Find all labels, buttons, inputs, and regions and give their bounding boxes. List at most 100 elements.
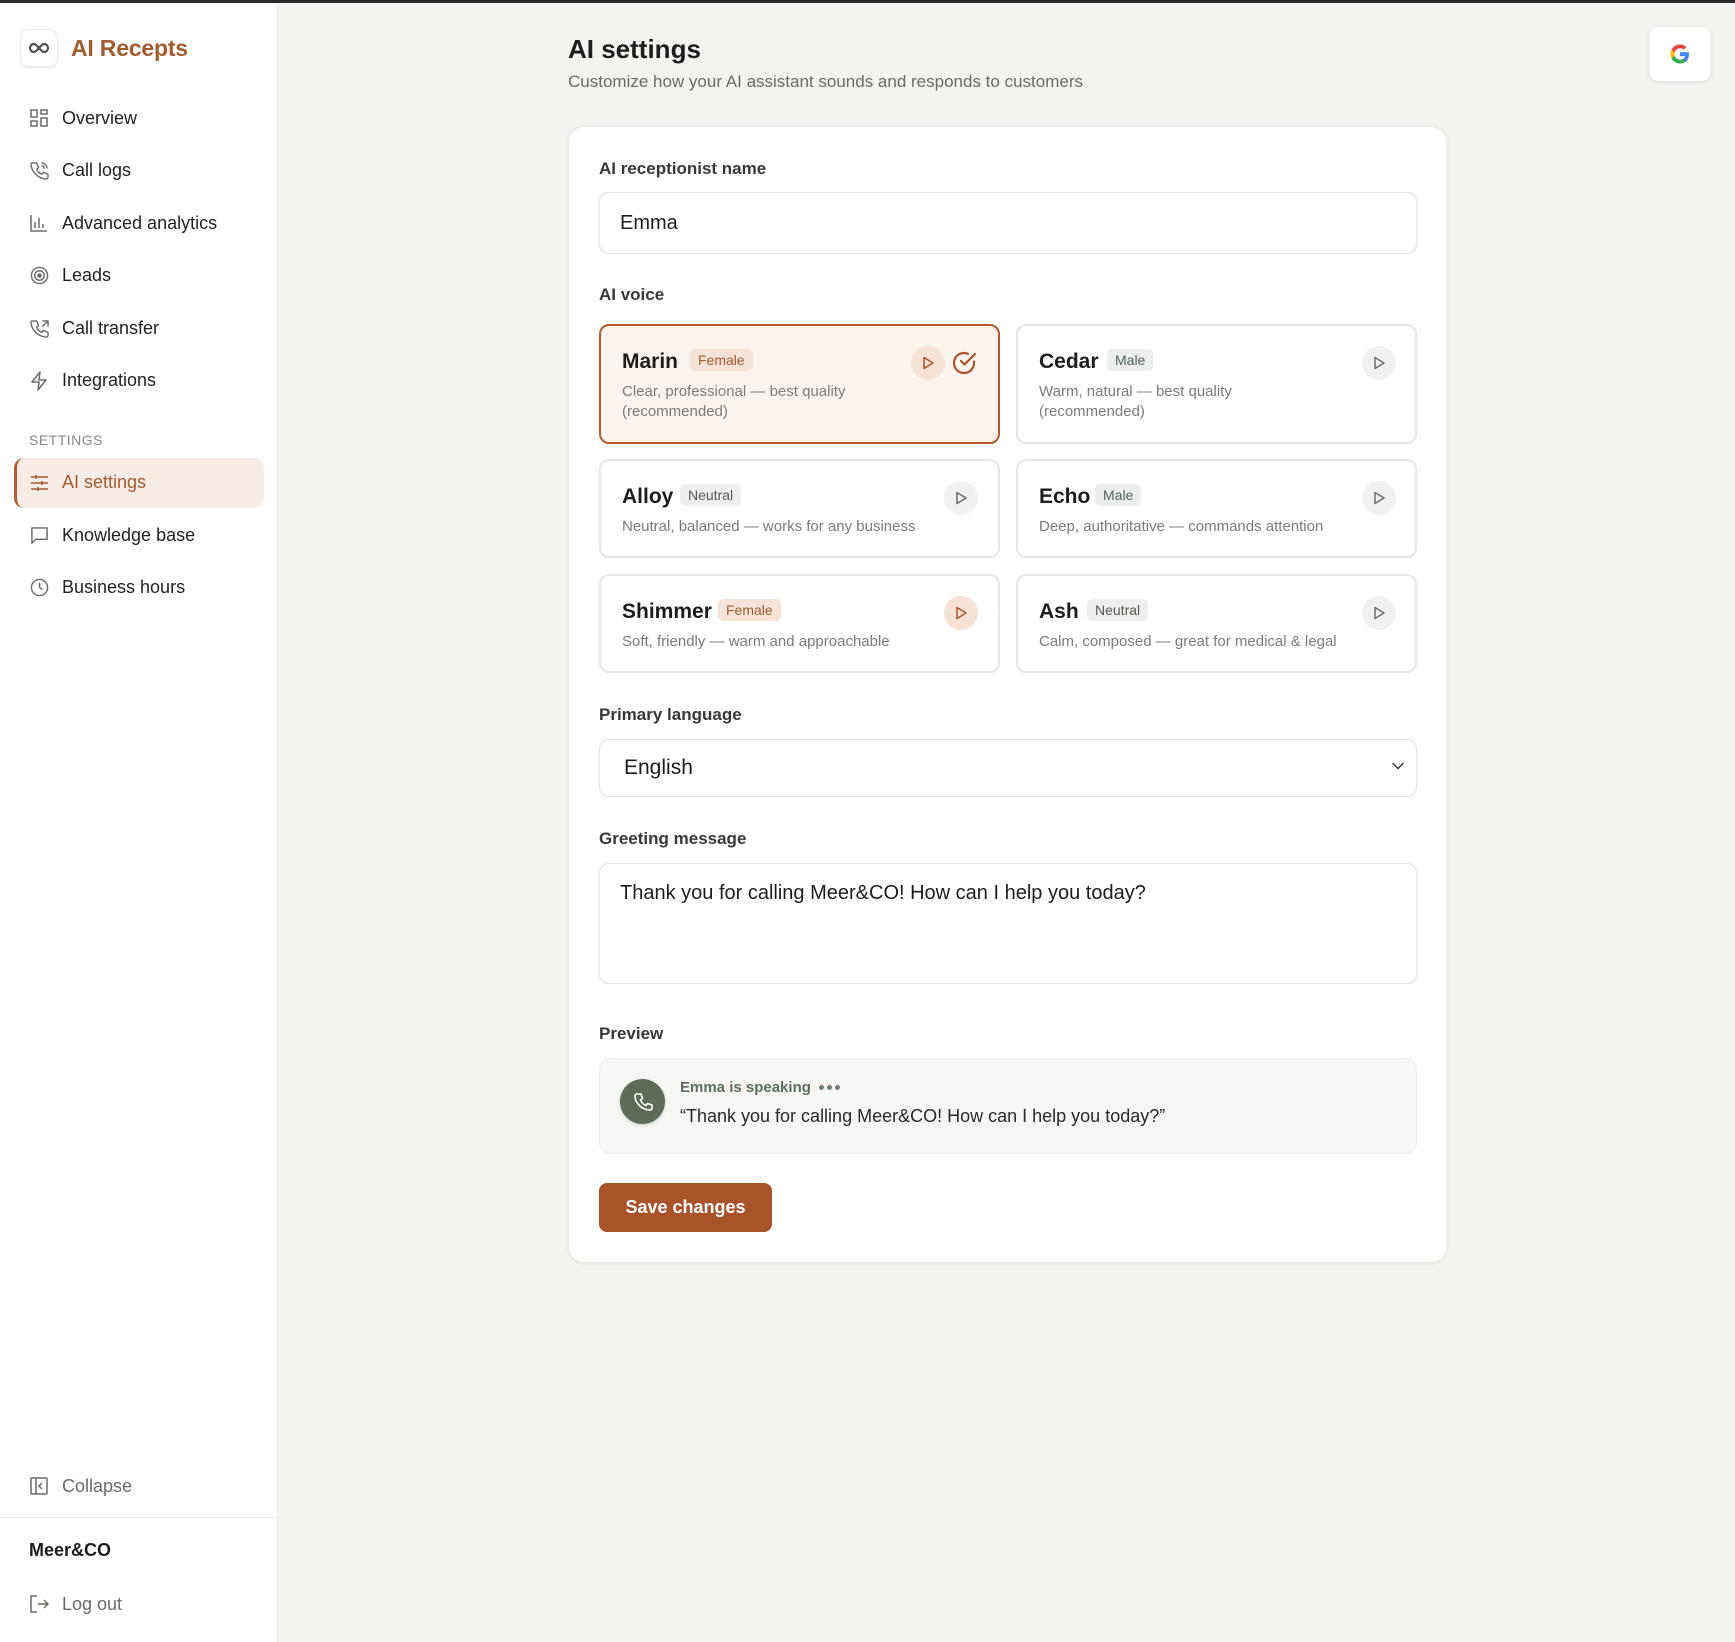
- logout-button[interactable]: Log out: [14, 1582, 122, 1626]
- nav-label: Overview: [62, 107, 138, 128]
- phone-avatar: [620, 1079, 665, 1124]
- speaking-text: Emma is speaking: [680, 1079, 811, 1096]
- message-square-icon: [28, 524, 50, 546]
- voice-name: Marin: [622, 350, 679, 373]
- play-icon: [956, 606, 967, 620]
- grid-icon: [28, 107, 50, 129]
- target-icon: [28, 265, 50, 287]
- nav-item-overview[interactable]: Overview: [14, 93, 264, 143]
- gender-badge: Male: [1107, 349, 1154, 371]
- save-changes-button[interactable]: Save changes: [599, 1183, 772, 1232]
- nav-item-ai-settings[interactable]: AI settings: [14, 457, 264, 508]
- lightning-icon: [28, 370, 50, 392]
- language-label: Primary language: [599, 705, 742, 724]
- play-button[interactable]: [944, 481, 978, 515]
- name-label: AI receptionist name: [599, 159, 767, 178]
- play-button[interactable]: [911, 346, 945, 380]
- logout-label: Log out: [62, 1593, 123, 1614]
- voice-card-echo[interactable]: Echo Male Deep, authoritative — commands…: [1016, 459, 1417, 558]
- play-icon: [956, 491, 967, 505]
- sidebar-collapse-icon: [28, 1475, 50, 1497]
- nav-label: Call logs: [62, 160, 132, 180]
- sidebar: AI Recepts Overview Call logs Advanced a…: [0, 3, 278, 1642]
- chevron-down-icon: [1392, 762, 1404, 770]
- nav-label: Integrations: [62, 370, 157, 390]
- voice-description: Clear, professional — best quality (reco…: [622, 382, 845, 422]
- main-nav: Overview Call logs Advanced analytics Le…: [14, 93, 264, 615]
- preview-quote: “Thank you for calling Meer&CO! How can …: [680, 1106, 1166, 1126]
- speaking-indicator: Emma is speaking: [680, 1079, 840, 1096]
- play-button[interactable]: [1362, 346, 1396, 380]
- play-icon: [1374, 356, 1385, 370]
- voice-card-shimmer[interactable]: Shimmer Female Soft, friendly — warm and…: [599, 574, 1000, 673]
- voice-description-line: Clear, professional — best quality: [622, 383, 846, 400]
- voice-card-ash[interactable]: Ash Neutral Calm, composed — great for m…: [1016, 574, 1417, 673]
- company-name: Meer&CO: [29, 1540, 112, 1560]
- language-value: English: [624, 756, 693, 779]
- greeting-textarea[interactable]: Thank you for calling Meer&CO! How can I…: [599, 863, 1417, 984]
- bar-chart-icon: [28, 212, 50, 234]
- voice-label: AI voice: [599, 285, 665, 304]
- google-icon: [1670, 44, 1689, 64]
- collapse-label: Collapse: [62, 1475, 133, 1496]
- nav-label: Business hours: [62, 577, 186, 597]
- nav-label: Knowledge base: [62, 524, 196, 545]
- voice-description: Deep, authoritative — commands attention: [1039, 518, 1324, 535]
- phone-forward-icon: [28, 317, 50, 339]
- gender-badge: Male: [1095, 484, 1142, 506]
- play-button[interactable]: [944, 596, 978, 630]
- voice-name: Alloy: [622, 485, 674, 508]
- nav-item-call-transfer[interactable]: Call transfer: [14, 303, 264, 353]
- collapse-button[interactable]: Collapse: [14, 1464, 132, 1508]
- nav-item-knowledge-base[interactable]: Knowledge base: [14, 510, 264, 560]
- language-select[interactable]: English: [599, 739, 1417, 797]
- check-circle-icon: [952, 351, 977, 375]
- voice-name: Cedar: [1039, 350, 1099, 373]
- infinity-icon: [20, 29, 58, 67]
- nav-label: Leads: [62, 265, 112, 285]
- voice-description: Neutral, balanced — works for any busine…: [622, 518, 916, 535]
- nav-item-integrations[interactable]: Integrations: [14, 356, 264, 406]
- voice-description: Warm, natural — best quality (recommende…: [1039, 382, 1232, 422]
- nav-item-leads[interactable]: Leads: [14, 251, 264, 301]
- nav-item-business-hours[interactable]: Business hours: [14, 563, 264, 613]
- phone-icon: [633, 1092, 653, 1111]
- voice-description-line: (recommended): [622, 403, 728, 420]
- gender-badge: Female: [718, 599, 781, 621]
- voice-description-line: (recommended): [1039, 403, 1145, 420]
- play-icon: [923, 356, 934, 370]
- nav-item-call-logs[interactable]: Call logs: [14, 146, 264, 196]
- voice-description-line: Warm, natural — best quality: [1039, 383, 1232, 400]
- nav-label: Call transfer: [62, 317, 160, 338]
- google-button[interactable]: [1650, 27, 1710, 81]
- play-button[interactable]: [1362, 481, 1396, 515]
- voice-name: Ash: [1039, 600, 1079, 623]
- preview-panel: Emma is speaking “Thank you for calling …: [599, 1058, 1417, 1154]
- typing-dots-icon: [818, 1085, 840, 1090]
- phone-icon: [28, 160, 50, 182]
- gender-badge: Neutral: [680, 484, 742, 506]
- page-subtitle: Customize how your AI assistant sounds a…: [568, 72, 1083, 91]
- voice-description: Calm, composed — great for medical & leg…: [1039, 633, 1337, 650]
- nav-label: AI settings: [62, 472, 147, 492]
- nav-item-advanced-analytics[interactable]: Advanced analytics: [14, 198, 264, 248]
- nav-label: Advanced analytics: [62, 212, 218, 233]
- preview-label: Preview: [599, 1024, 664, 1043]
- greeting-label: Greeting message: [599, 829, 747, 848]
- sliders-icon: [28, 472, 50, 494]
- logout-icon: [28, 1593, 50, 1615]
- play-button[interactable]: [1362, 596, 1396, 630]
- settings-heading: SETTINGS: [29, 431, 104, 448]
- voice-card-cedar[interactable]: Cedar Male Warm, natural — best quality …: [1016, 324, 1417, 444]
- voice-card-marin[interactable]: Marin Female Clear, professional — best …: [599, 324, 1000, 444]
- brand[interactable]: AI Recepts: [20, 29, 188, 67]
- sidebar-divider: [0, 1517, 278, 1518]
- voice-name: Shimmer: [622, 600, 712, 623]
- page-title: AI settings: [568, 34, 701, 64]
- voice-card-alloy[interactable]: Alloy Neutral Neutral, balanced — works …: [599, 459, 1000, 558]
- gender-badge: Neutral: [1087, 599, 1149, 621]
- play-icon: [1374, 606, 1385, 620]
- voice-name: Echo: [1039, 485, 1091, 508]
- receptionist-name-input[interactable]: [599, 192, 1417, 254]
- brand-name: AI Recepts: [71, 34, 188, 61]
